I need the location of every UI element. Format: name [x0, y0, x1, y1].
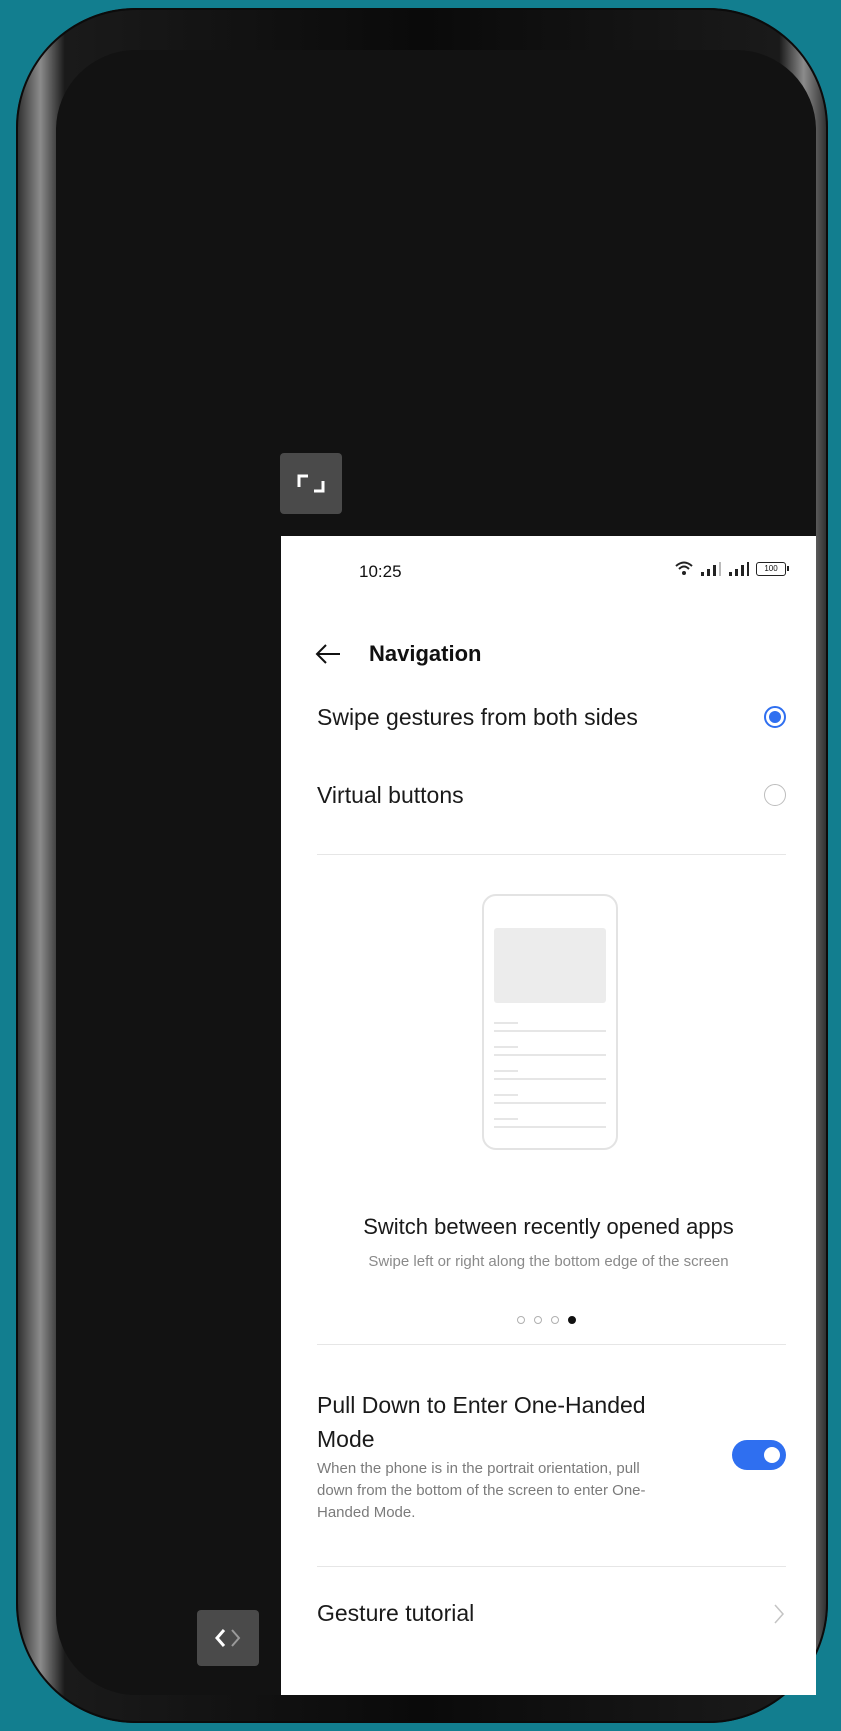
radio-selected[interactable] — [764, 706, 786, 728]
arrow-left-icon[interactable] — [314, 642, 342, 666]
carousel-description: Swipe left or right along the bottom edg… — [368, 1253, 729, 1270]
carousel-title: Switch between recently opened apps — [363, 1214, 734, 1239]
option-label: Virtual buttons — [317, 782, 464, 808]
title-bar: Navigation — [281, 626, 816, 682]
illustration-line — [494, 1078, 606, 1080]
illustration-line — [494, 1118, 518, 1120]
illustration-card — [494, 928, 606, 1003]
wifi-icon — [675, 561, 693, 575]
option-virtual-buttons[interactable]: Virtual buttons — [317, 766, 786, 826]
gesture-tutorial-row[interactable]: Gesture tutorial — [317, 1594, 786, 1644]
cellular-signal-icon — [729, 562, 749, 576]
divider — [317, 1566, 786, 1567]
option-label: Swipe gestures from both sides — [317, 704, 638, 730]
illustration-line — [494, 1126, 606, 1128]
radio-unselected[interactable] — [764, 784, 786, 806]
expand-corners-icon — [297, 474, 325, 493]
option-swipe-gestures[interactable]: Swipe gestures from both sides — [317, 688, 786, 748]
divider — [317, 854, 786, 855]
chevron-left-right-icon — [215, 1629, 241, 1647]
app-window: 10:25 100 Navigation Swipe gestures from… — [281, 536, 816, 1695]
page-title: Navigation — [369, 641, 482, 666]
chevron-right-icon — [774, 1604, 785, 1624]
cellular-signal-icon — [701, 562, 721, 576]
one-handed-toggle[interactable] — [732, 1440, 786, 1470]
status-bar: 10:25 100 — [281, 536, 816, 608]
illustration-line — [494, 1054, 606, 1056]
expand-window-button[interactable] — [280, 453, 342, 514]
navigation-float-button[interactable] — [197, 1610, 259, 1666]
carousel-dot[interactable] — [517, 1316, 525, 1324]
stage: 10:25 100 Navigation Swipe gestures from… — [0, 0, 841, 1731]
illustration-line — [494, 1022, 518, 1024]
illustration-line — [494, 1102, 606, 1104]
illustration-line — [494, 1094, 518, 1096]
illustration-line — [494, 1030, 606, 1032]
status-time: 10:25 — [359, 562, 402, 581]
illustration-line — [494, 1070, 518, 1072]
illustration-line — [494, 1046, 518, 1048]
carousel-dot[interactable] — [551, 1316, 559, 1324]
battery-icon: 100 — [756, 562, 789, 576]
one-handed-title: Pull Down to Enter One-Handed Mode — [317, 1392, 646, 1452]
divider — [317, 1344, 786, 1345]
phone-illustration — [482, 894, 618, 1150]
gesture-tutorial-label: Gesture tutorial — [317, 1600, 475, 1626]
carousel-dot-active[interactable] — [568, 1316, 576, 1324]
status-icons: 100 — [674, 560, 789, 576]
carousel-dot[interactable] — [534, 1316, 542, 1324]
carousel-dots[interactable] — [517, 1316, 576, 1324]
one-handed-description: When the phone is in the portrait orient… — [317, 1460, 646, 1521]
